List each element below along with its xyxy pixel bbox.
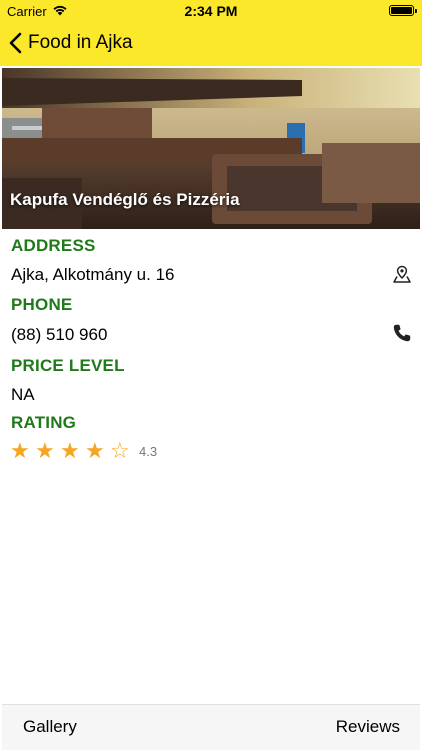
star-filled-icon: ★: [60, 438, 80, 463]
map-pin-icon[interactable]: [392, 264, 412, 284]
star-filled-icon: ★: [35, 438, 55, 463]
status-time: 2:34 PM: [184, 3, 238, 19]
bottom-tab-bar: Gallery Reviews: [2, 704, 420, 750]
phone-heading: PHONE: [11, 295, 73, 314]
rating-stars: ★ ★ ★ ★ ☆ 4.3: [10, 440, 157, 462]
star-filled-icon: ★: [10, 438, 30, 463]
price-level-value: NA: [11, 385, 35, 404]
address-value: Ajka, Alkotmány u. 16: [11, 265, 175, 284]
back-button-label: Food in Ajka: [28, 32, 133, 53]
star-filled-icon: ★: [85, 438, 105, 463]
rating-value: 4.3: [139, 443, 158, 459]
chevron-left-icon: [9, 32, 22, 54]
reviews-tab[interactable]: Reviews: [336, 717, 400, 737]
restaurant-name: Kapufa Vendéglő és Pizzéria: [10, 190, 240, 209]
status-bar: Carrier 2:34 PM: [0, 0, 422, 22]
price-level-heading: PRICE LEVEL: [11, 356, 125, 375]
phone-value[interactable]: (88) 510 960: [11, 325, 107, 345]
address-heading: ADDRESS: [11, 236, 96, 255]
phone-icon[interactable]: [392, 323, 412, 343]
battery-icon: [389, 5, 417, 16]
restaurant-photo[interactable]: Kapufa Vendéglő és Pizzéria: [2, 68, 420, 229]
star-empty-icon: ☆: [110, 438, 130, 463]
rating-heading: RATING: [11, 413, 77, 432]
navigation-bar: Carrier 2:34 PM Food in Ajka: [0, 0, 422, 66]
gallery-tab[interactable]: Gallery: [23, 717, 77, 737]
back-button[interactable]: Food in Ajka: [8, 28, 133, 58]
